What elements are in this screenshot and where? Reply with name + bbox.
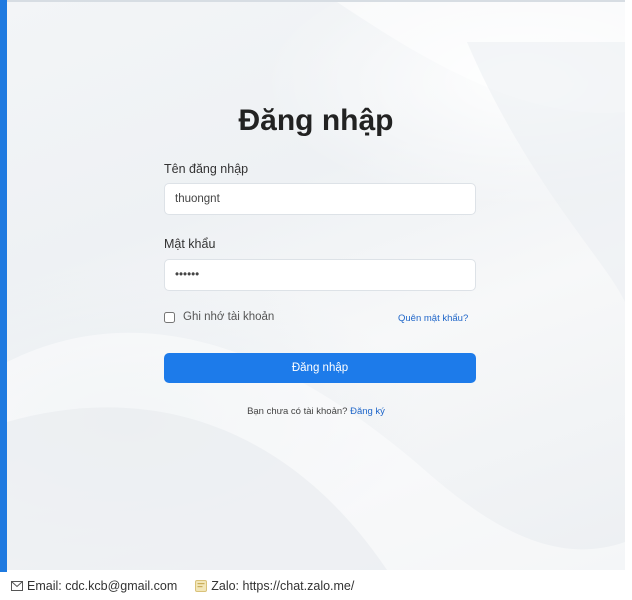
zalo-text: Zalo: https://chat.zalo.me/ — [211, 579, 355, 593]
email-text: Email: cdc.kcb@gmail.com — [27, 579, 178, 593]
remember-label[interactable]: Ghi nhớ tài khoản — [183, 311, 274, 323]
zalo-icon — [195, 580, 208, 592]
password-label: Mật khẩu — [164, 237, 216, 251]
remember-me: Ghi nhớ tài khoản — [164, 311, 274, 323]
register-link[interactable]: Đăng ký — [350, 406, 385, 417]
register-prompt: Bạn chưa có tài khoản? Đăng ký — [0, 406, 632, 417]
contact-footer: Email: cdc.kcb@gmail.com Zalo: https://c… — [11, 579, 354, 593]
mail-icon — [11, 581, 23, 591]
login-page: Đăng nhập Tên đăng nhập Mật khẩu Ghi nhớ… — [0, 0, 632, 600]
password-input[interactable] — [164, 259, 476, 291]
username-label: Tên đăng nhập — [164, 162, 249, 176]
login-button[interactable]: Đăng nhập — [164, 353, 476, 383]
forgot-password-link[interactable]: Quên mật khẩu? — [398, 313, 468, 324]
page-title: Đăng nhập — [238, 104, 394, 137]
username-input[interactable] — [164, 183, 476, 215]
left-accent-bar — [0, 0, 7, 572]
remember-checkbox[interactable] — [164, 311, 175, 323]
no-account-text: Bạn chưa có tài khoản? — [247, 406, 348, 417]
